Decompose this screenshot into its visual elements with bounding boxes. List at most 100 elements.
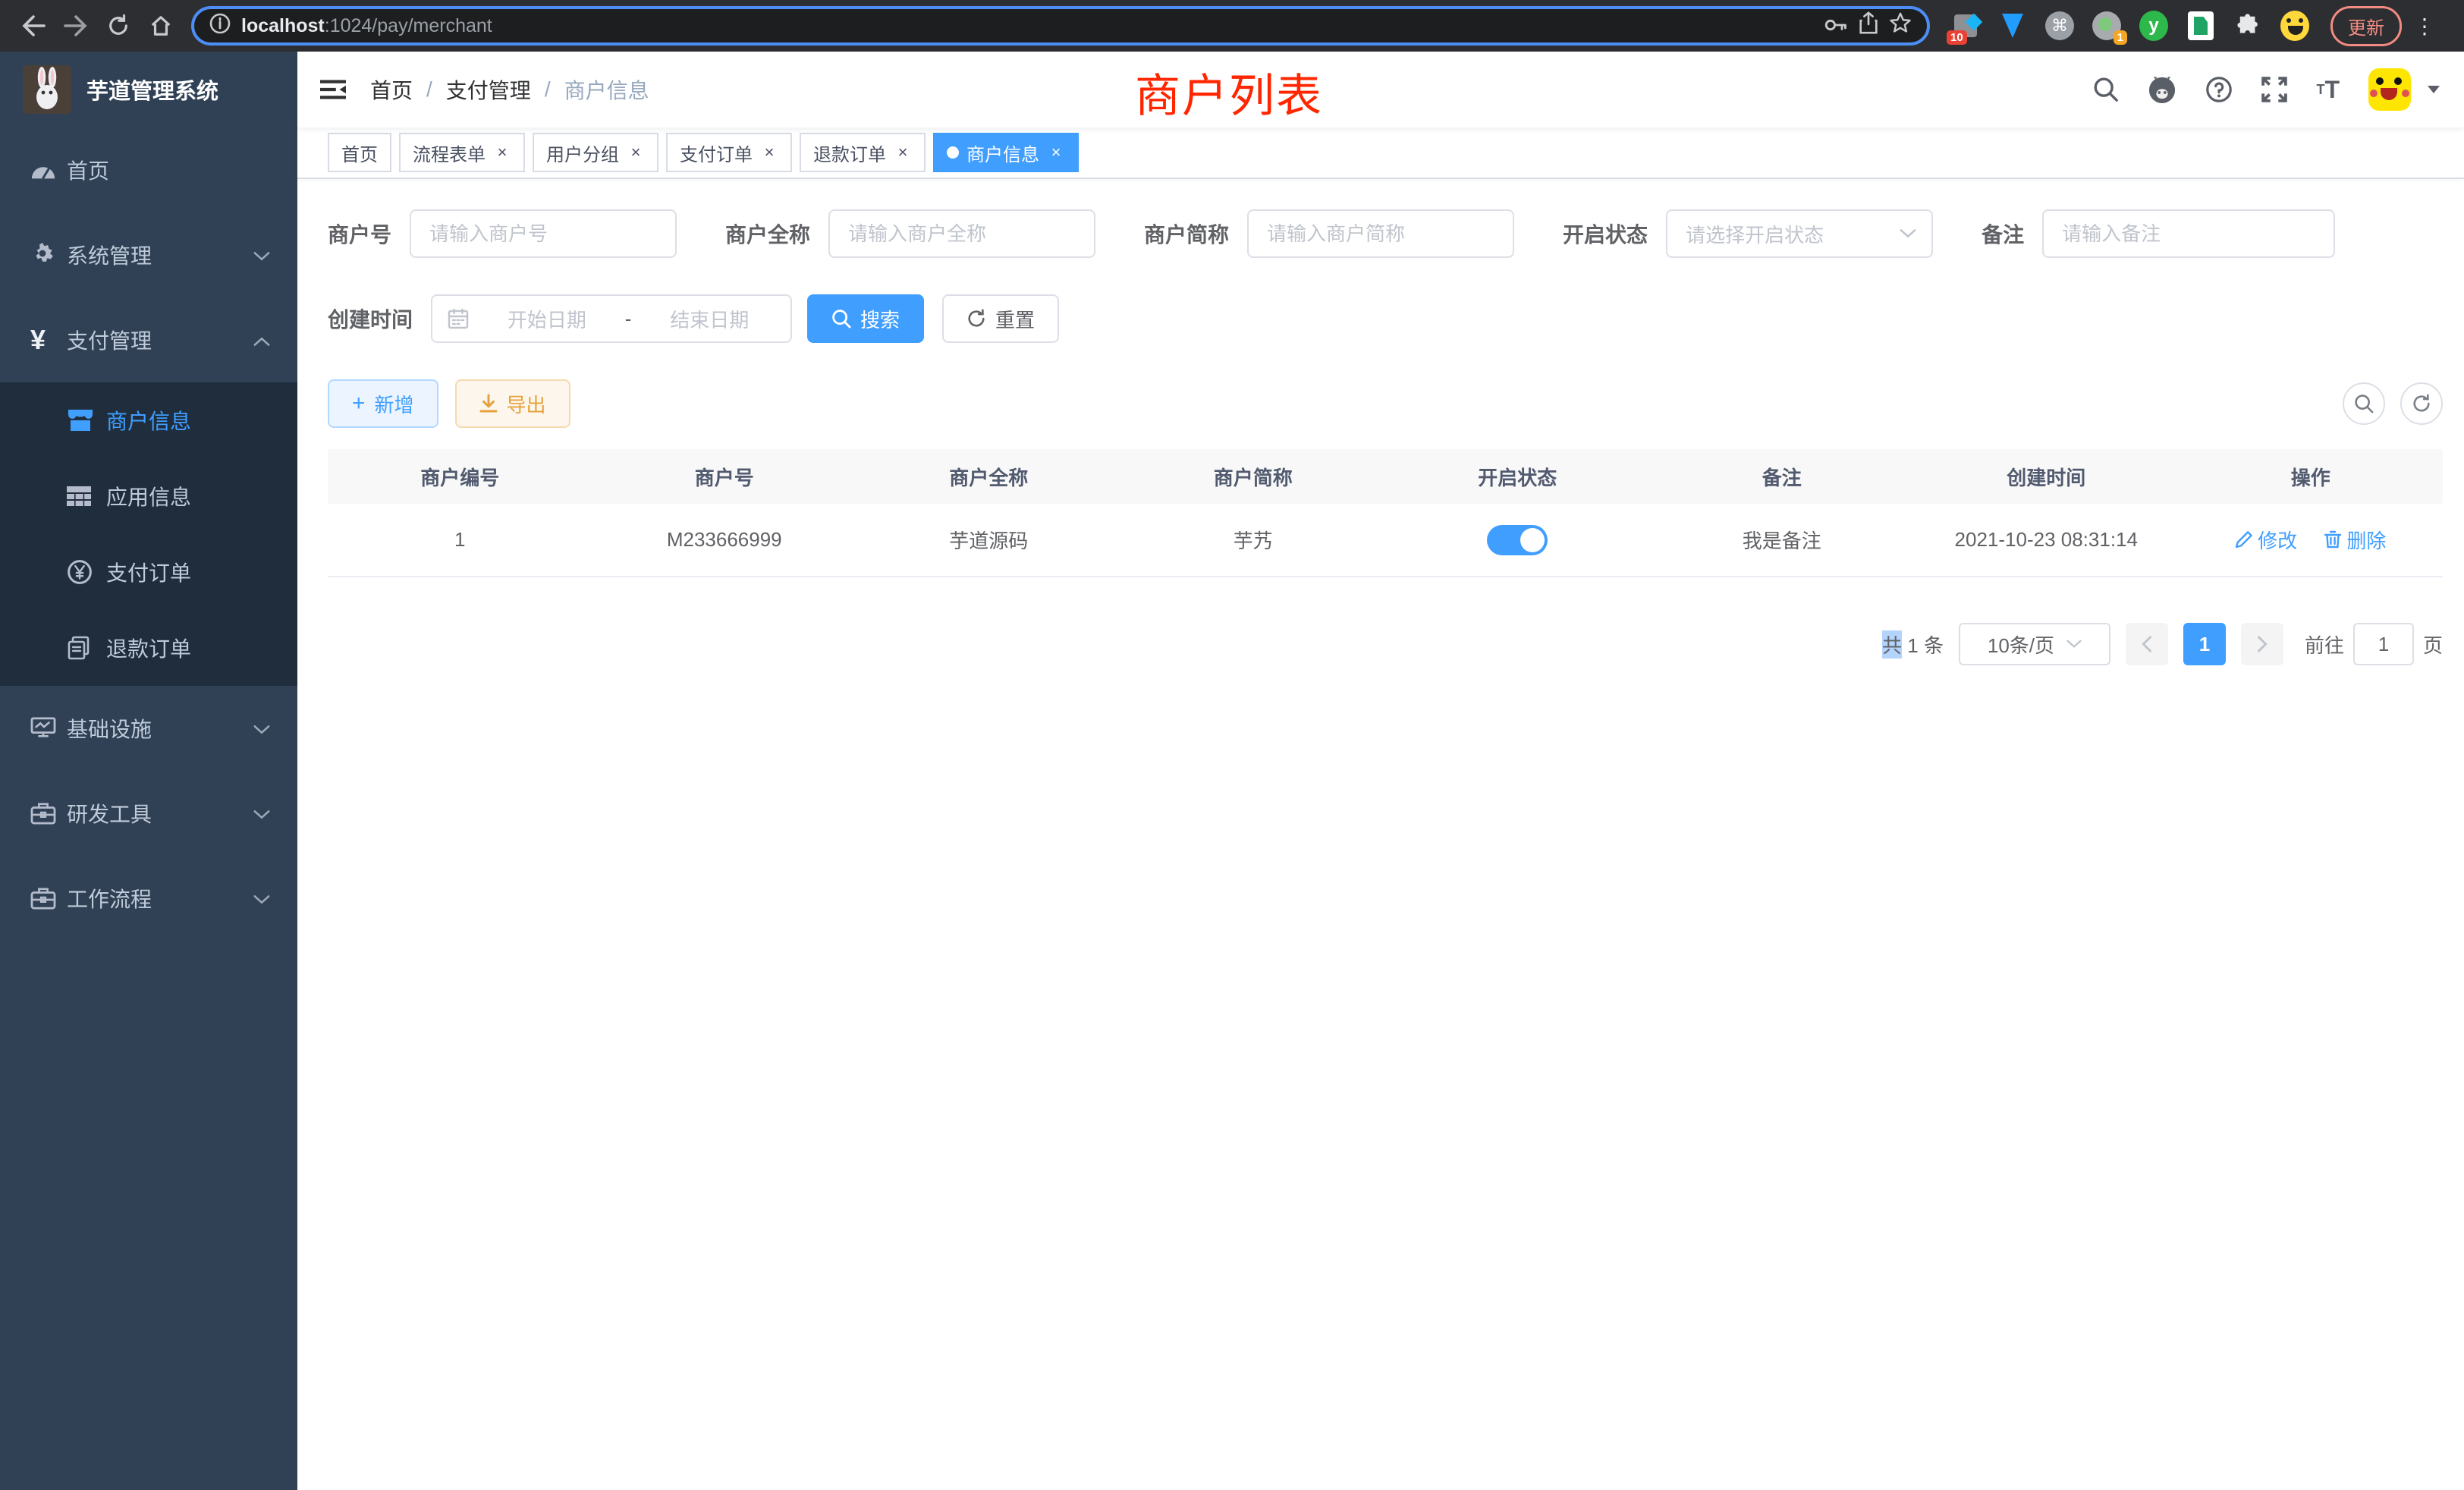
sidebar-item-pay-order[interactable]: 支付订单	[0, 534, 297, 610]
tag-label: 用户分组	[546, 140, 619, 166]
sidebar-item-merchant-info[interactable]: 商户信息	[0, 382, 297, 458]
sidebar-fold-icon[interactable]	[320, 79, 346, 100]
tag-close-icon[interactable]: ×	[894, 143, 912, 162]
sidebar-item-pay[interactable]: ¥ 支付管理	[0, 297, 297, 382]
browser-back-icon[interactable]	[12, 5, 55, 47]
url-path: :1024/pay/merchant	[325, 15, 492, 37]
github-icon[interactable]	[2148, 76, 2176, 103]
col-header: 开启状态	[1385, 449, 1650, 504]
browser-reload-icon[interactable]	[97, 5, 140, 47]
breadcrumb-current: 商户信息	[564, 74, 649, 105]
site-info-icon[interactable]	[209, 12, 231, 40]
app-logo-row[interactable]: 芋道管理系统	[0, 52, 297, 127]
tag-close-icon[interactable]: ×	[493, 143, 511, 162]
tag-close-icon[interactable]: ×	[1047, 143, 1065, 162]
status-select[interactable]: 请选择开启状态	[1666, 209, 1933, 258]
page-size-select[interactable]: 10条/页	[1959, 623, 2110, 665]
add-button[interactable]: + 新增	[328, 379, 438, 428]
tag-close-icon[interactable]: ×	[760, 143, 778, 162]
status-toggle[interactable]	[1487, 525, 1548, 555]
page-number-1[interactable]: 1	[2183, 623, 2226, 665]
search-icon	[2354, 394, 2374, 413]
delete-link[interactable]: 删除	[2324, 526, 2386, 554]
tag-close-icon[interactable]: ×	[627, 143, 645, 162]
y-extension-icon[interactable]: y	[2139, 11, 2168, 40]
sidebar-item-app-info[interactable]: 应用信息	[0, 458, 297, 534]
chevron-down-icon	[2066, 640, 2082, 649]
merchant-full-name-input[interactable]	[828, 209, 1095, 258]
share-icon[interactable]	[1859, 11, 1878, 40]
create-time-range-picker[interactable]: 开始日期 - 结束日期	[431, 294, 792, 343]
search-button[interactable]: 搜索	[807, 294, 924, 343]
col-header: 创建时间	[1914, 449, 2179, 504]
refresh-table-button[interactable]	[2400, 382, 2443, 425]
col-header: 备注	[1650, 449, 1915, 504]
help-icon[interactable]	[2205, 76, 2233, 103]
puzzle-extensions-icon[interactable]	[2233, 11, 2262, 40]
sidebar-item-workflow[interactable]: 工作流程	[0, 856, 297, 941]
active-dot	[947, 146, 959, 159]
sheet-extension-icon[interactable]	[2186, 11, 2215, 40]
col-header: 商户全称	[856, 449, 1121, 504]
sidebar-item-home[interactable]: 首页	[0, 127, 297, 212]
sidebar-item-label: 工作流程	[67, 883, 253, 913]
cell-actions: 修改 删除	[2179, 504, 2444, 577]
table-row: 1 M233666999 芋道源码 芋艿 我是备注 2021-10-23 08:…	[328, 504, 2443, 577]
browser-menu-icon[interactable]: ⋮	[2414, 14, 2435, 39]
next-page-button[interactable]	[2241, 623, 2283, 665]
sidebar-item-infra[interactable]: 基础设施	[0, 686, 297, 771]
goto-page-input[interactable]	[2353, 623, 2414, 665]
profile-extension-icon[interactable]: 1	[2092, 11, 2121, 40]
font-size-icon[interactable]: TT	[2316, 76, 2340, 104]
breadcrumb-separator: /	[426, 77, 432, 102]
merchant-table: 商户编号 商户号 商户全称 商户简称 开启状态 备注 创建时间 操作 1	[328, 449, 2443, 577]
password-key-icon[interactable]	[1824, 12, 1848, 40]
command-extension-icon[interactable]: ⌘	[2045, 11, 2074, 40]
emoji-extension-icon[interactable]	[2280, 11, 2309, 40]
sidebar-item-refund-order[interactable]: 退款订单	[0, 610, 297, 686]
browser-address-bar[interactable]: localhost :1024/pay/merchant	[191, 6, 1930, 46]
breadcrumb-home[interactable]: 首页	[370, 74, 413, 105]
sidebar-item-system[interactable]: 系统管理	[0, 212, 297, 297]
tag-user-group[interactable]: 用户分组 ×	[533, 133, 658, 172]
tag-pay-order[interactable]: 支付订单×	[666, 133, 792, 172]
cell-create-time: 2021-10-23 08:31:14	[1914, 504, 2179, 577]
prev-page-button[interactable]	[2126, 623, 2168, 665]
plus-icon: +	[352, 392, 366, 415]
tab-manager-extension-icon[interactable]: 10	[1951, 11, 1980, 40]
merchant-short-name-input[interactable]	[1247, 209, 1514, 258]
browser-home-icon[interactable]	[140, 5, 182, 47]
cell-merchant-no: M233666999	[592, 504, 857, 577]
edit-link[interactable]: 修改	[2235, 526, 2297, 554]
tag-home[interactable]: 首页	[328, 133, 391, 172]
merchant-no-input[interactable]	[410, 209, 677, 258]
chevron-up-icon	[253, 328, 270, 352]
avatar-caret-icon[interactable]	[2428, 86, 2440, 93]
sidebar-item-dev-tools[interactable]: 研发工具	[0, 771, 297, 856]
toggle-search-button[interactable]	[2343, 382, 2385, 425]
chevron-right-icon	[2257, 636, 2268, 652]
browser-forward-icon[interactable]	[55, 5, 97, 47]
top-navbar: 首页 / 支付管理 / 商户信息 TT	[297, 52, 2464, 127]
breadcrumb-pay: 支付管理	[446, 74, 531, 105]
sidebar-item-label: 商户信息	[106, 405, 270, 435]
remark-input[interactable]	[2042, 209, 2335, 258]
status-select-placeholder: 请选择开启状态	[1686, 220, 1900, 248]
fullscreen-icon[interactable]	[2261, 77, 2287, 102]
browser-update-button[interactable]: 更新	[2330, 6, 2402, 46]
user-avatar[interactable]	[2368, 68, 2411, 111]
tag-refund-order[interactable]: 退款订单×	[800, 133, 926, 172]
extensions-row: 10 ⌘ 1 y	[1951, 11, 2309, 40]
bookmark-star-icon[interactable]	[1889, 11, 1912, 40]
filter-label: 开启状态	[1563, 218, 1648, 249]
header-search-icon[interactable]	[2093, 77, 2119, 102]
sidebar-item-label: 首页	[67, 155, 270, 185]
search-button-label: 搜索	[860, 305, 900, 333]
tag-label: 首页	[341, 140, 378, 166]
gem-extension-icon[interactable]	[1998, 11, 2027, 40]
reset-button[interactable]: 重置	[942, 294, 1059, 343]
tag-merchant-info[interactable]: 商户信息×	[933, 133, 1079, 172]
sidebar-item-label: 退款订单	[106, 633, 270, 663]
export-button[interactable]: 导出	[455, 379, 570, 428]
tag-flow-form[interactable]: 流程表单×	[399, 133, 525, 172]
